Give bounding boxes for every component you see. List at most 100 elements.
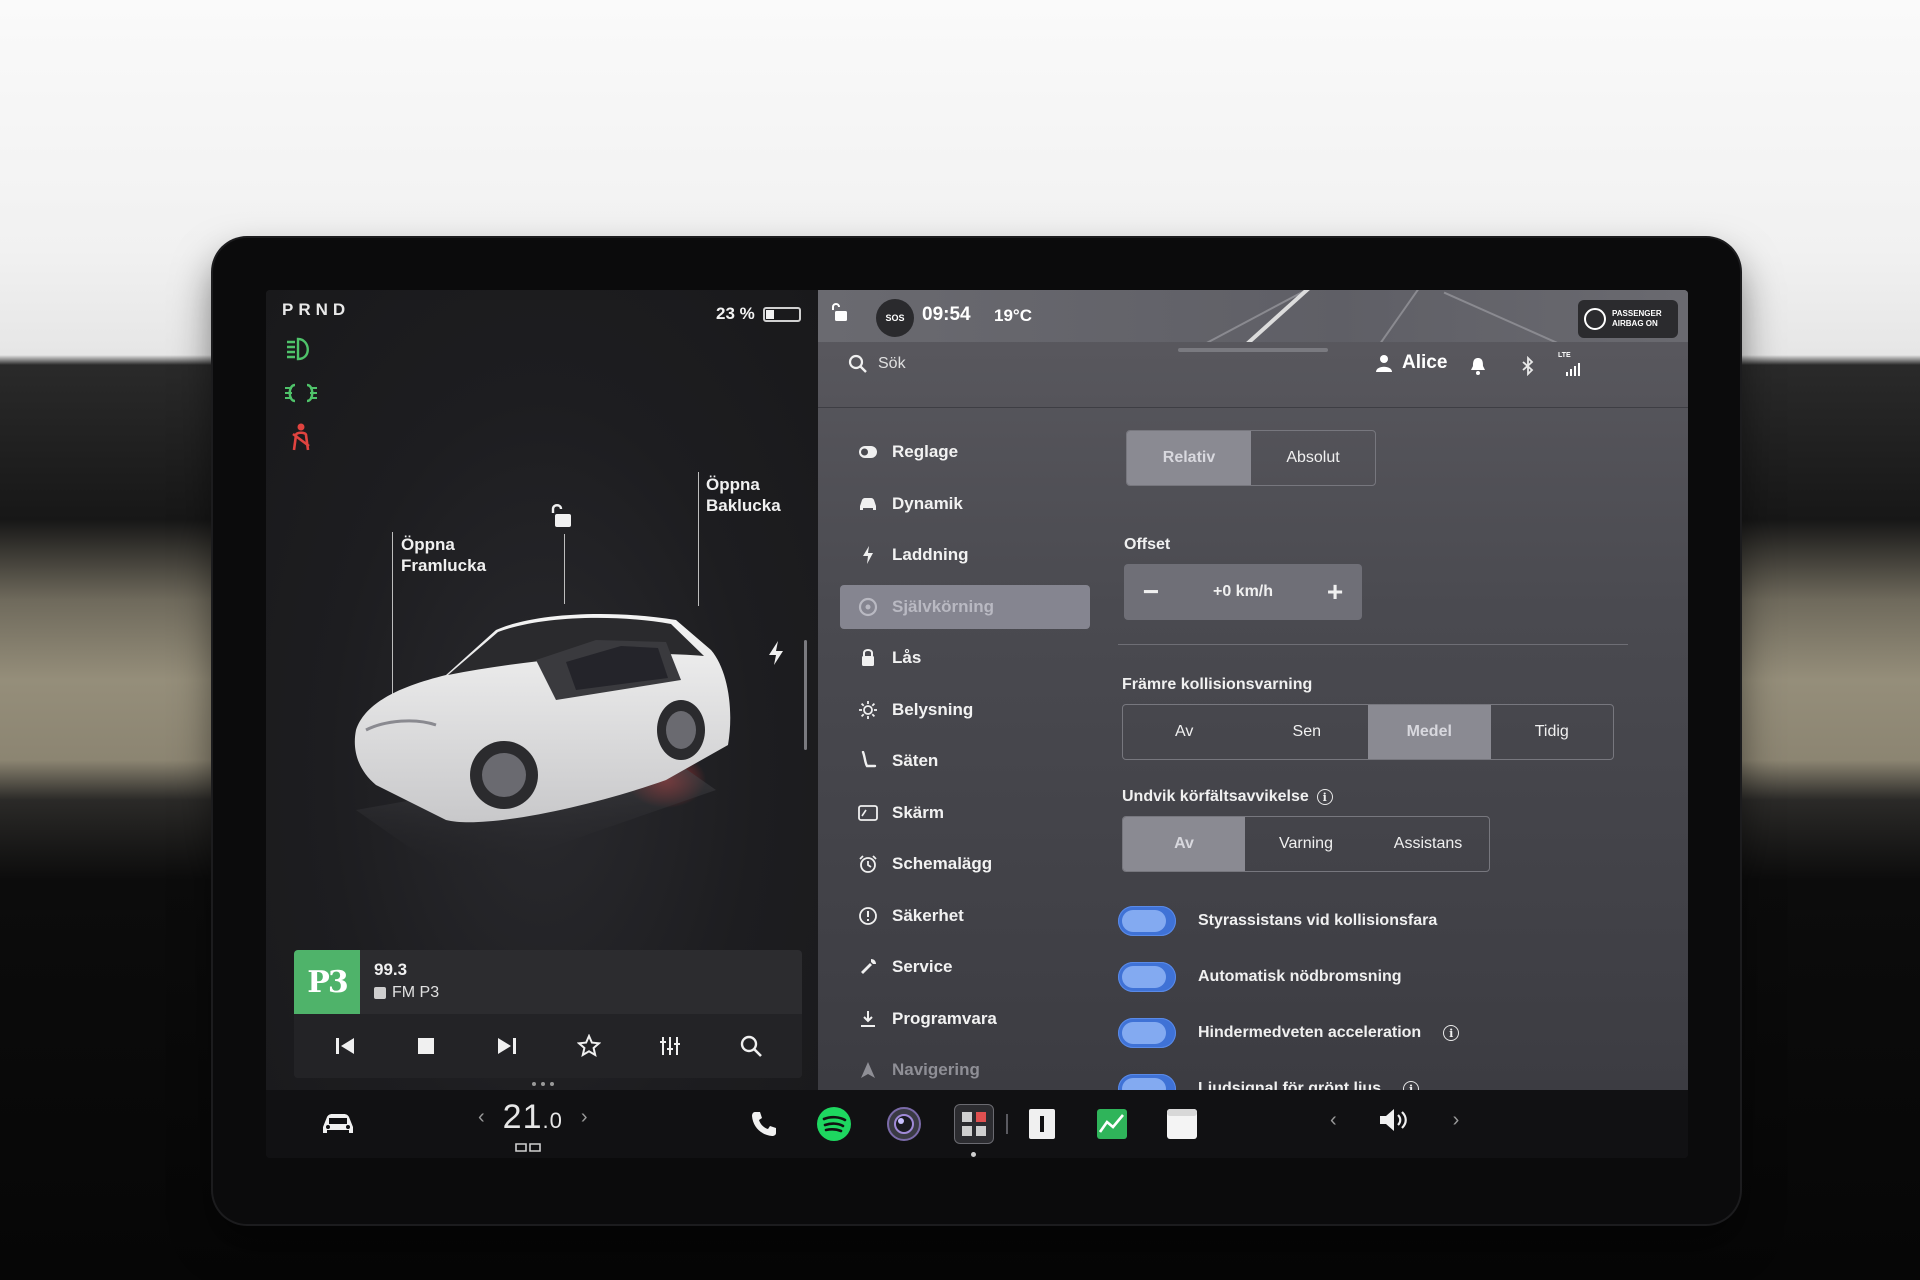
open-rear-trunk-button[interactable]: Öppna Baklucka [706,474,781,516]
display-icon [858,803,878,823]
stop-button[interactable] [412,1032,440,1060]
menu-item-reglage[interactable]: Reglage [840,430,1090,474]
menu-item-laddning[interactable]: Laddning [840,533,1090,577]
download-icon [858,1009,878,1029]
offset-label: Offset [1124,536,1171,553]
toggle-switch[interactable] [1118,1018,1176,1048]
volume-icon[interactable] [1377,1106,1413,1134]
map-road [1376,290,1430,342]
app-launcher-button[interactable] [954,1104,994,1144]
star-icon [576,1034,601,1058]
rear-trunk-label-line1: Öppna [706,475,760,494]
equalizer-button[interactable] [656,1032,684,1060]
volume-control: ‹ › [1330,1106,1459,1134]
menu-item-belysning[interactable]: Belysning [840,688,1090,732]
steering-wheel-icon [858,597,878,617]
speed-mode-option-relativ[interactable]: Relativ [1127,431,1251,485]
menu-item-service[interactable]: Service [840,945,1090,989]
collision-warning-option-av[interactable]: Av [1123,705,1246,759]
sun-icon [858,700,878,720]
station-logo[interactable]: P3 [294,950,360,1014]
offset-increase-button[interactable]: + [1320,576,1350,608]
map-road-highlight [1232,290,1324,342]
charge-port-icon[interactable] [766,640,786,666]
lane-departure-option-varning[interactable]: Varning [1245,817,1367,871]
touchscreen: PRND 23 % Öppna Framlucka Öppna Baklucka… [266,290,1688,1158]
alarm-clock-icon [858,854,878,874]
media-search-button[interactable] [737,1032,765,1060]
menu-item-dynamik[interactable]: Dynamik [840,482,1090,526]
collision-warning-option-tidig[interactable]: Tidig [1491,705,1614,759]
phone-icon [752,1112,776,1136]
settings-search-input[interactable] [878,348,1178,380]
rear-trunk-label-line2: Baklucka [706,496,781,515]
station-frequency: 99.3 [374,960,408,979]
spotify-button[interactable] [814,1104,854,1144]
settings-menu: Reglage Dynamik Laddning Självkörning Lås Bel… [818,408,1106,1090]
bluetooth-icon[interactable] [1518,356,1538,376]
alert-icon [858,906,878,926]
menu-item-programvara[interactable]: Programvara [840,997,1090,1041]
lane-departure-option-av[interactable]: Av [1123,817,1245,871]
setting-toggle-row: Automatisk nödbromsning [1118,962,1402,992]
offset-decrease-button[interactable]: − [1136,576,1166,608]
menu-item-label: Schemalägg [892,854,993,873]
toggle-label: Styrassistans vid kollisionsfara [1198,912,1438,929]
menu-item-självkörning[interactable]: Självkörning [840,584,1090,629]
headlight-icon [287,337,309,361]
bell-icon[interactable] [1468,356,1488,376]
speed-mode-option-absolut[interactable]: Absolut [1251,431,1375,485]
manual-button[interactable] [1022,1104,1062,1144]
menu-item-säten[interactable]: Säten [840,739,1090,783]
toggle-switch[interactable] [1118,906,1176,936]
menu-item-schemalägg[interactable]: Schemalägg [840,842,1090,886]
next-track-button[interactable] [493,1032,521,1060]
user-name: Alice [1402,352,1448,373]
menu-item-säkerhet[interactable]: Säkerhet [840,894,1090,938]
toggle-switch[interactable] [1118,962,1176,992]
stop-icon [417,1038,434,1054]
menu-item-label: Navigering [892,1060,980,1079]
car-settings-button[interactable] [318,1104,358,1144]
unlock-icon[interactable] [549,503,573,529]
menu-item-label: Belysning [892,699,974,719]
cabin-temperature[interactable]: 21.0 [503,1098,563,1137]
menu-item-label: Skärm [892,802,944,822]
front-trunk-label-line2: Framlucka [401,556,487,575]
lane-departure-option-assistans[interactable]: Assistans [1367,817,1489,871]
user-profile-button[interactable]: Alice [1376,352,1447,374]
temperature-decrease-button[interactable]: ‹ [478,1106,485,1129]
media-page-dots[interactable] [532,1082,554,1086]
settings-top-bar: Alice LTE [818,342,1688,408]
seat-heater-icon[interactable] [514,1142,544,1154]
lane-departure-label: Undvik körfältsavvikelse i [1122,788,1333,806]
sos-button[interactable]: SOS [876,299,914,337]
phone-button[interactable] [744,1104,784,1144]
navigation-icon [858,1060,878,1080]
menu-item-navigering[interactable]: Navigering [840,1048,1090,1092]
favorite-button[interactable] [575,1032,603,1060]
info-icon[interactable]: i [1316,789,1333,805]
energy-button[interactable] [1092,1104,1132,1144]
car-icon [323,1114,353,1133]
collision-warning-option-sen[interactable]: Sen [1246,705,1369,759]
status-unlock-icon[interactable] [830,302,848,322]
open-front-trunk-button[interactable]: Öppna Framlucka [401,534,486,576]
calendar-button[interactable] [1162,1104,1202,1144]
station-name-text: FM P3 [392,984,440,1001]
menu-item-lås[interactable]: Lås [840,636,1090,680]
volume-increase-button[interactable]: › [1453,1109,1460,1132]
search-icon [741,1035,763,1057]
menu-item-label: Service [892,957,953,976]
clock: 09:54 [922,304,971,325]
volume-decrease-button[interactable]: ‹ [1330,1109,1337,1132]
menu-item-skärm[interactable]: Skärm [840,791,1090,835]
airbag-text: PASSENGER AIRBAG ON [1612,309,1662,329]
camera-button[interactable] [884,1104,924,1144]
app-launcher-icon [962,1112,986,1136]
offset-value: +0 km/h [1212,583,1274,600]
info-icon[interactable]: i [1443,1025,1460,1041]
collision-warning-option-medel[interactable]: Medel [1368,705,1491,759]
temperature-increase-button[interactable]: › [581,1106,588,1129]
previous-track-button[interactable] [331,1032,359,1060]
